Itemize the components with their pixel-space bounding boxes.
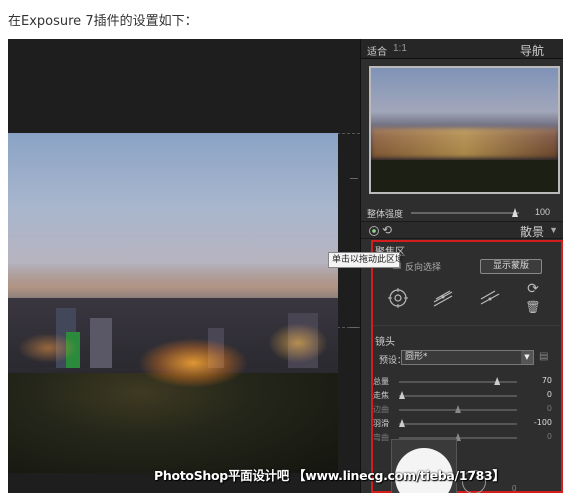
drag-tooltip: 单击以拖动此区域 xyxy=(328,252,404,268)
lens-slider-value: 0 xyxy=(546,390,552,399)
thumbnail-lights xyxy=(371,128,558,158)
lens-shape-value: 0 xyxy=(512,484,517,493)
lens-slider-row: 边曲 0 xyxy=(361,403,563,416)
tilt-focus-icon[interactable] xyxy=(479,287,501,309)
building xyxy=(90,318,112,368)
section-divider xyxy=(373,325,561,326)
lens-slider-track[interactable] xyxy=(399,423,517,425)
guide-tick xyxy=(350,327,358,328)
chevron-down-icon[interactable]: ▼ xyxy=(521,351,533,364)
lens-slider-label: 边曲 xyxy=(373,405,389,414)
lens-slider-row: 羽滑 -100 xyxy=(361,417,563,430)
caret-down-icon[interactable]: ▼ xyxy=(549,225,558,235)
ratio-button[interactable]: 1:1 xyxy=(393,43,407,54)
lens-slider-value: 0 xyxy=(546,404,552,413)
linear-focus-icon[interactable] xyxy=(432,287,454,309)
overall-strength-track[interactable] xyxy=(411,212,519,214)
lens-slider-value: 70 xyxy=(541,376,552,385)
preset-options-icon[interactable]: ▤ xyxy=(539,351,548,362)
photo-haze xyxy=(8,263,338,303)
preset-select[interactable]: 圆形* ▼ xyxy=(401,350,534,365)
image-canvas[interactable] xyxy=(8,39,360,493)
lens-slider-row: 走焦 0 xyxy=(361,389,563,402)
lens-slider-value: 0 xyxy=(546,432,552,441)
overall-strength-row: 整体强度 100 xyxy=(361,205,563,221)
overall-strength-value: 100 xyxy=(534,207,550,217)
photo-foreground xyxy=(8,373,338,473)
lens-slider-row: 总量 70 xyxy=(361,375,563,388)
fit-button[interactable]: 适合 xyxy=(367,43,387,58)
light-glow xyxy=(268,323,328,363)
lens-slider-label: 弯曲 xyxy=(373,433,389,442)
show-mask-button[interactable]: 显示蒙版 xyxy=(480,259,542,274)
bokeh-panel-header[interactable]: ⟲ 散景 ▼ xyxy=(361,221,563,239)
overall-strength-label: 整体强度 xyxy=(367,209,404,219)
exposure-app-window: 适合 1:1 导航 整体强度 100 ⟲ 散景 ▼ 聚焦区 反向选择 显示蒙版 xyxy=(8,39,563,493)
lens-title: 镜头 xyxy=(375,337,395,348)
light-glow xyxy=(18,333,78,363)
reset-icon[interactable]: ⟲ xyxy=(382,223,392,237)
radial-focus-icon[interactable] xyxy=(387,287,409,309)
lens-slider-label: 羽滑 xyxy=(373,419,389,428)
lens-slider-label: 总量 xyxy=(373,377,389,386)
lens-slider-label: 走焦 xyxy=(373,391,389,400)
light-glow xyxy=(138,338,248,388)
watermark-text: PhotoShop平面设计吧 【www.linecg.com/tieba/178… xyxy=(154,468,505,483)
panel-enable-icon[interactable] xyxy=(369,226,379,236)
bokeh-panel-title: 散景 xyxy=(519,225,544,239)
navigator-header: 适合 1:1 导航 xyxy=(361,39,563,59)
navigator-thumbnail[interactable] xyxy=(369,66,560,194)
thumbnail-hill xyxy=(371,160,558,192)
preset-value: 圆形* xyxy=(405,352,428,362)
trash-icon[interactable]: 🗑 xyxy=(522,296,544,318)
lens-slider-value: -100 xyxy=(533,418,552,427)
lens-slider-track[interactable] xyxy=(399,395,517,397)
caption-text: 在Exposure 7插件的设置如下： xyxy=(8,14,198,29)
guide-tick xyxy=(350,178,358,179)
navigator-title[interactable]: 导航 xyxy=(520,42,544,59)
invert-selection-label: 反向选择 xyxy=(405,263,442,273)
photo-preview[interactable] xyxy=(8,133,338,473)
